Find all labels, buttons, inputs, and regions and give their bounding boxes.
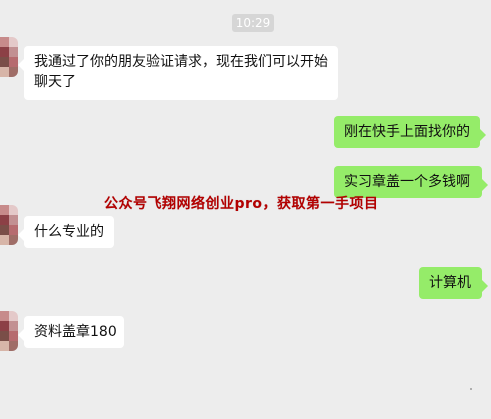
scroll-indicator-dot <box>470 388 472 390</box>
incoming-message-bubble[interactable]: 我通过了你的朋友验证请求，现在我们可以开始 聊天了 <box>18 46 338 100</box>
chat-window: 10:29 我通过了你的朋友验证请求，现在我们可以开始 聊天了 刚在快手上面找你… <box>0 0 491 419</box>
watermark-text: 公众号飞翔网络创业pro，获取第一手项目 <box>104 196 379 212</box>
contact-avatar[interactable] <box>0 205 18 245</box>
incoming-message-line: 我通过了你的朋友验证请求，现在我们可以开始 <box>34 54 328 70</box>
contact-avatar[interactable] <box>0 311 18 351</box>
outgoing-message-text: 实习章盖一个多钱啊 <box>344 174 470 190</box>
outgoing-message-bubble[interactable]: 刚在快手上面找你的 <box>334 116 486 148</box>
message-timestamp: 10:29 <box>232 14 274 32</box>
outgoing-message-bubble[interactable]: 计算机 <box>419 267 488 299</box>
incoming-message-bubble[interactable]: 什么专业的 <box>18 216 114 248</box>
outgoing-message-text: 计算机 <box>429 275 471 291</box>
incoming-message-line: 聊天了 <box>34 74 76 90</box>
contact-avatar[interactable] <box>0 37 18 77</box>
incoming-message-text: 资料盖章180 <box>34 324 117 340</box>
incoming-message-text: 什么专业的 <box>34 224 104 240</box>
outgoing-message-text: 刚在快手上面找你的 <box>344 124 470 140</box>
incoming-message-bubble[interactable]: 资料盖章180 <box>18 316 124 348</box>
